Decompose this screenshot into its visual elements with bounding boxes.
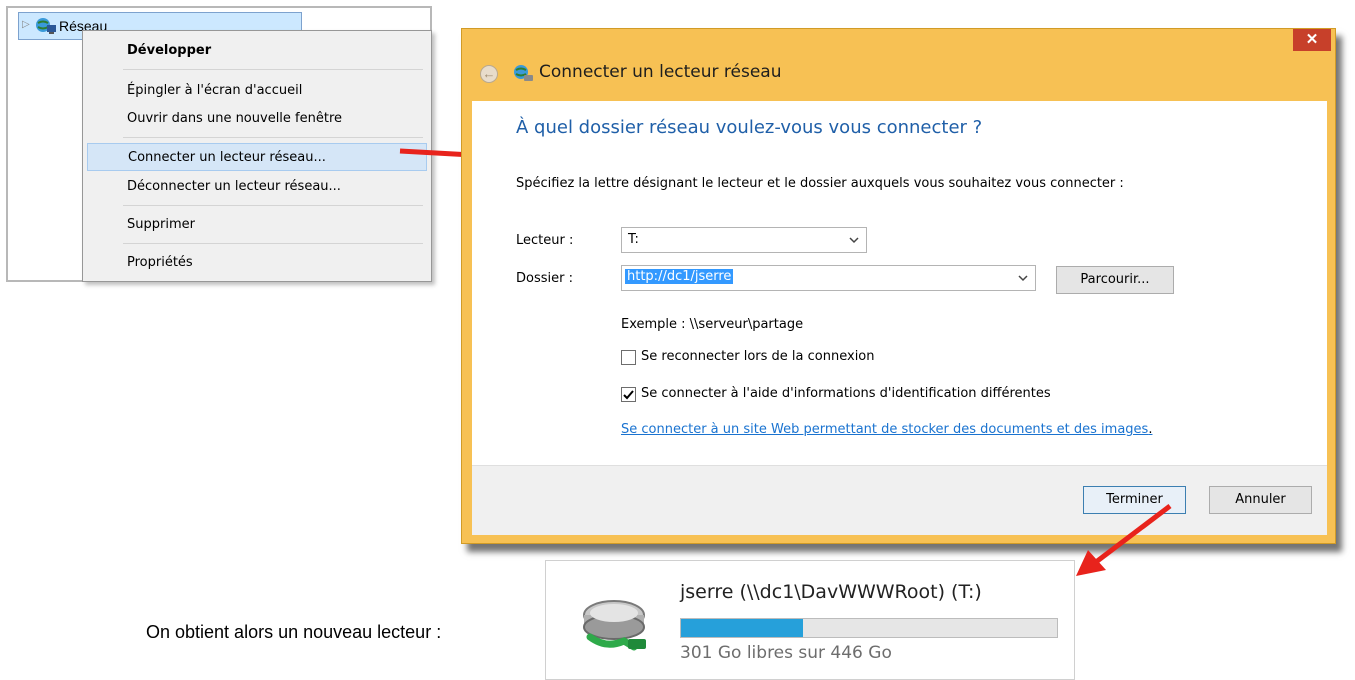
example-text: Exemple : \\serveur\partage (621, 317, 804, 332)
checkmark-icon (623, 390, 634, 400)
drive-usage-bar (680, 618, 1058, 638)
dialog-title: Connecter un lecteur réseau (539, 62, 782, 82)
menu-item-delete[interactable]: Supprimer (87, 211, 427, 239)
web-site-link[interactable]: Se connecter à un site Web permettant de… (621, 422, 1152, 437)
network-icon (36, 18, 56, 34)
drive-name: jserre (\\dc1\DavWWWRoot) (T:) (680, 581, 982, 603)
network-drive-tile[interactable]: jserre (\\dc1\DavWWWRoot) (T:) 301 Go li… (545, 560, 1075, 680)
folder-label: Dossier : (516, 271, 573, 286)
menu-separator (123, 137, 423, 138)
result-caption: On obtient alors un nouveau lecteur : (146, 622, 442, 642)
chevron-down-icon (849, 237, 859, 244)
credentials-label: Se connecter à l'aide d'informations d'i… (641, 386, 1051, 401)
context-menu: Développer Épingler à l'écran d'accueil … (82, 30, 432, 282)
drive-label: Lecteur : (516, 233, 574, 248)
menu-separator (123, 205, 423, 206)
menu-item-properties[interactable]: Propriétés (87, 249, 427, 277)
menu-item-expand[interactable]: Développer (87, 37, 427, 65)
folder-value: http://dc1/jserre (625, 269, 734, 284)
dialog-body: À quel dossier réseau voulez-vous vous c… (472, 101, 1327, 465)
web-site-link-text[interactable]: Se connecter à un site Web permettant de… (621, 422, 1148, 437)
menu-separator (123, 243, 423, 244)
back-arrow-icon[interactable]: ← (480, 65, 498, 83)
reconnect-label: Se reconnecter lors de la connexion (641, 349, 875, 364)
chevron-right-icon[interactable]: ▷ (22, 19, 30, 30)
network-drive-icon (583, 600, 646, 651)
dialog-instruction: Spécifiez la lettre désignant le lecteur… (516, 176, 1124, 191)
menu-item-map-network-drive[interactable]: Connecter un lecteur réseau... (87, 143, 427, 171)
cancel-button[interactable]: Annuler (1209, 486, 1312, 514)
drive-free-space: 301 Go libres sur 446 Go (680, 643, 892, 663)
reconnect-checkbox[interactable] (621, 350, 636, 365)
map-network-drive-dialog: ✕ ← Connecter un lecteur réseau À quel d… (461, 28, 1336, 544)
close-button[interactable]: ✕ (1293, 29, 1331, 51)
dialog-heading: À quel dossier réseau voulez-vous vous c… (516, 117, 983, 138)
navigation-pane: ▷ Réseau Développer Épingler à l'écran d… (6, 6, 432, 282)
web-site-link-suffix: . (1148, 422, 1153, 437)
drive-usage-fill (681, 619, 804, 637)
network-drive-icon (514, 65, 533, 81)
credentials-checkbox[interactable] (621, 387, 636, 402)
menu-item-disconnect-network-drive[interactable]: Déconnecter un lecteur réseau... (87, 173, 427, 201)
menu-separator (123, 69, 423, 70)
dialog-footer: Terminer Annuler (472, 465, 1327, 535)
folder-input[interactable]: http://dc1/jserre (621, 265, 1036, 291)
browse-button[interactable]: Parcourir... (1056, 266, 1174, 294)
menu-item-pin-start[interactable]: Épingler à l'écran d'accueil (87, 77, 427, 105)
menu-item-open-new-window[interactable]: Ouvrir dans une nouvelle fenêtre (87, 105, 427, 133)
arrow-down-left-icon (1076, 504, 1172, 576)
drive-letter-select[interactable]: T: (621, 227, 867, 253)
drive-letter-value: T: (628, 232, 639, 247)
chevron-down-icon[interactable] (1017, 272, 1029, 284)
